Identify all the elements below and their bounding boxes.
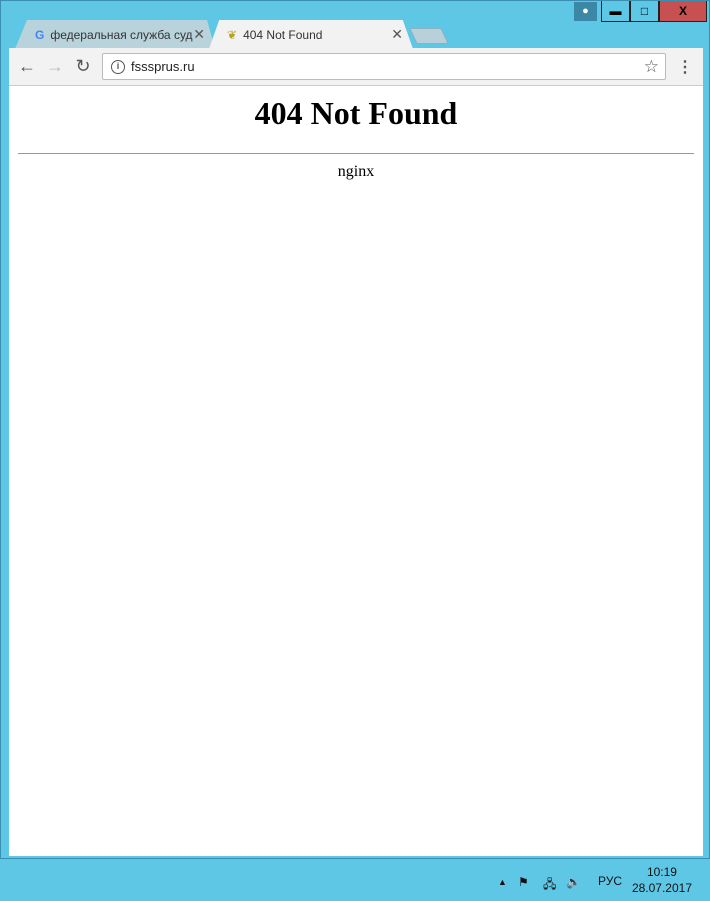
minimize-button[interactable]: ▬ xyxy=(601,1,630,22)
user-profile-icon[interactable]: ● xyxy=(574,2,597,21)
time: 10:19 xyxy=(646,865,677,879)
show-hidden-icons[interactable]: ▲ xyxy=(498,877,507,887)
divider xyxy=(18,153,694,154)
clock[interactable]: 10:19 28.07.2017 xyxy=(632,864,692,896)
network-icon[interactable]: 🖧 xyxy=(543,875,556,896)
google-icon: G xyxy=(35,27,45,42)
close-tab-icon[interactable]: ✕ xyxy=(391,26,403,43)
forward-icon[interactable]: → xyxy=(41,56,69,77)
action-center-flag-icon[interactable]: ⚑ xyxy=(518,875,529,889)
server-name: nginx xyxy=(337,163,375,180)
tab-search[interactable]: G федеральная служба судебных приставов … xyxy=(15,20,215,49)
tab-title: федеральная служба судебных приставов xyxy=(50,27,193,42)
date: 28.07.2017 xyxy=(631,881,692,895)
url-text[interactable]: fsssprus.ru xyxy=(131,59,195,74)
page-content: 404 Not Found nginx xyxy=(9,86,703,856)
tab-404[interactable]: ❦ 404 Not Found ✕ xyxy=(209,20,413,49)
close-button[interactable]: X xyxy=(659,1,707,22)
address-bar[interactable]: i fsssprus.ru ☆ xyxy=(102,53,666,80)
maximize-button[interactable]: □ xyxy=(630,1,659,22)
back-icon[interactable]: ← xyxy=(13,56,41,77)
reload-icon[interactable]: ↻ xyxy=(69,56,97,77)
info-icon[interactable]: i xyxy=(111,59,125,74)
toolbar: ← → ↻ i fsssprus.ru ☆ ⋮ xyxy=(9,48,703,86)
language-indicator[interactable]: РУС xyxy=(598,874,622,888)
fssp-emblem-icon: ❦ xyxy=(227,27,238,42)
close-tab-icon[interactable]: ✕ xyxy=(193,26,205,43)
bookmark-star-icon[interactable]: ☆ xyxy=(644,57,659,77)
page-heading: 404 Not Found xyxy=(254,95,458,131)
taskbar: ▲ ⚑ 🖧 🔈 РУС 10:19 28.07.2017 xyxy=(0,859,710,901)
menu-icon[interactable]: ⋮ xyxy=(677,57,693,77)
tab-title: 404 Not Found xyxy=(243,27,323,42)
new-tab-button[interactable] xyxy=(409,28,449,44)
volume-icon[interactable]: 🔈 xyxy=(566,875,581,889)
browser-window: ● ▬ □ X G федеральная служба судебных пр… xyxy=(0,0,710,859)
